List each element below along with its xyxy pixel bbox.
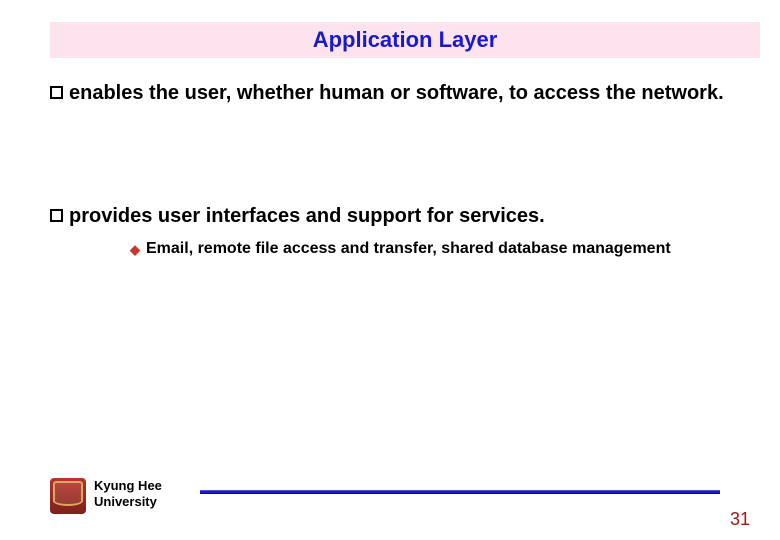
bullet-point: enables the user, whether human or softw… — [50, 80, 752, 107]
institution-line2: University — [94, 494, 157, 509]
sub-bullet-text: Email, remote file access and transfer, … — [146, 240, 671, 258]
sub-bullet-point: ◆ Email, remote file access and transfer… — [130, 240, 752, 258]
bullet-text: enables the user, whether human or softw… — [69, 80, 752, 107]
institution-line1: Kyung Hee — [94, 478, 162, 493]
institution-name: Kyung Hee University — [94, 478, 162, 511]
square-bullet-icon — [50, 209, 63, 222]
slide-title: Application Layer — [313, 27, 498, 53]
square-bullet-icon — [50, 86, 63, 99]
university-logo — [50, 478, 86, 514]
footer: Kyung Hee University 31 — [50, 472, 760, 526]
title-band: Application Layer — [50, 22, 760, 58]
bullet-point: provides user interfaces and support for… — [50, 203, 752, 230]
content-area: enables the user, whether human or softw… — [50, 80, 752, 258]
bullet-text: provides user interfaces and support for… — [69, 203, 752, 230]
spacer — [50, 113, 752, 203]
page-number: 31 — [730, 509, 750, 530]
diamond-bullet-icon: ◆ — [130, 242, 140, 258]
slide: Application Layer enables the user, whet… — [0, 0, 780, 540]
footer-divider — [200, 490, 720, 494]
shield-icon — [50, 478, 86, 514]
